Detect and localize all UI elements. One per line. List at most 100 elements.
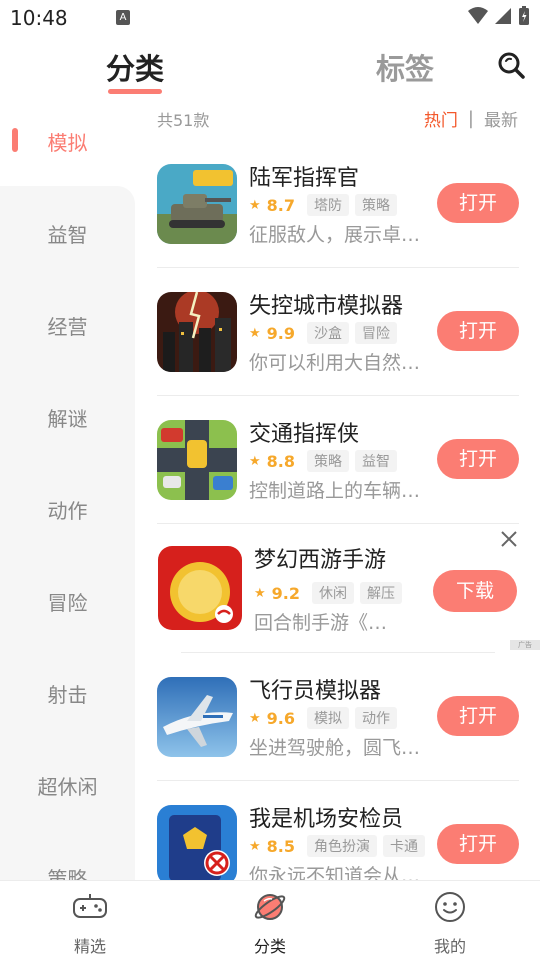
status-icons [468,6,530,26]
list-item[interactable]: 飞行员模拟器 ★ 9.6 模拟 动作 坐进驾驶舱，圆飞行员的梦想 打开 [157,677,519,805]
app-list: 共51款 热门 | 最新 陆军指挥官 ★ 8.7 塔防 策略 征服敌人，展示卓越… [135,100,540,880]
app-tag[interactable]: 沙盒 [307,322,349,344]
app-rating: 9.2 [271,583,300,603]
app-description: 征服敌人，展示卓越的指挥能力 [249,224,429,246]
ad-badge: 广告 [510,640,540,650]
notification-icon: A [116,10,130,25]
app-icon [157,677,237,757]
divider [157,780,519,781]
open-button[interactable]: 打开 [437,696,519,736]
sort-hot-button[interactable]: 热门 [424,106,458,131]
tab-tags[interactable]: 标签 [376,46,434,88]
app-tag[interactable]: 动作 [355,707,397,729]
app-name: 失控城市模拟器 [249,294,404,319]
star-icon: ★ [249,710,261,726]
app-meta: ★ 8.5 角色扮演 卡通 [249,835,425,857]
app-name: 梦幻西游手游 [254,548,387,573]
nav-item-category[interactable]: 分类 [180,881,360,960]
open-button[interactable]: 打开 [437,439,519,479]
app-icon [157,420,237,500]
sidebar-item-hypercasual[interactable]: 超休闲 [0,771,135,800]
app-tag[interactable]: 解压 [360,582,402,604]
app-description: 回合制手游《梦幻西游》 [254,612,394,634]
list-item-ad[interactable]: 梦幻西游手游 ★ 9.2 休闲 解压 回合制手游《梦幻西游》 下载 [158,546,517,674]
app-rating: 8.8 [266,451,295,471]
gamepad-icon [73,894,107,918]
app-tag[interactable]: 角色扮演 [307,835,377,857]
open-button[interactable]: 打开 [437,824,519,864]
sidebar-item-action[interactable]: 动作 [0,495,135,524]
app-tag[interactable]: 益智 [355,450,397,472]
list-item[interactable]: 陆军指挥官 ★ 8.7 塔防 策略 征服敌人，展示卓越的指挥能力 打开 [157,164,519,292]
app-tag[interactable]: 塔防 [307,194,349,216]
nav-label: 精选 [73,937,106,956]
app-rating: 9.9 [266,323,295,343]
list-item[interactable]: 交通指挥侠 ★ 8.8 策略 益智 控制道路上的车辆安全通过路口 打开 [157,420,519,548]
nav-label: 分类 [253,937,286,956]
sidebar-item-mystery[interactable]: 解谜 [0,403,135,432]
sort-options: 热门 | 最新 [424,106,518,131]
open-button[interactable]: 打开 [437,311,519,351]
sidebar-item-puzzle[interactable]: 益智 [0,219,135,248]
status-time: 10:48 [10,6,68,30]
app-name: 陆军指挥官 [249,166,360,191]
app-tag[interactable]: 冒险 [355,322,397,344]
sidebar-item-adventure[interactable]: 冒险 [0,587,135,616]
download-button[interactable]: 下载 [433,570,517,612]
divider [157,267,519,268]
app-icon [157,805,237,880]
sort-newest-button[interactable]: 最新 [484,106,518,131]
app-icon [157,164,237,244]
sidebar-item-shooting[interactable]: 射击 [0,679,135,708]
app-description: 控制道路上的车辆安全通过路口 [249,480,429,502]
nav-item-featured[interactable]: 精选 [0,881,180,960]
star-icon: ★ [249,325,261,341]
app-meta: ★ 8.8 策略 益智 [249,450,397,472]
app-meta: ★ 9.2 休闲 解压 [254,582,402,604]
active-tab-indicator [108,89,162,94]
app-meta: ★ 9.6 模拟 动作 [249,707,397,729]
divider [157,395,519,396]
category-sidebar: 模拟 益智 经营 解谜 动作 冒险 射击 超休闲 策略 [0,100,135,906]
app-tag[interactable]: 卡通 [383,835,425,857]
app-tag[interactable]: 休闲 [312,582,354,604]
divider [181,652,495,653]
bottom-nav: 精选 分类 我的 [0,880,540,960]
tab-category[interactable]: 分类 [106,46,164,88]
app-name: 我是机场安检员 [249,807,404,832]
star-icon: ★ [249,453,261,469]
sidebar-item-management[interactable]: 经营 [0,311,135,340]
nav-label: 我的 [433,937,466,956]
list-item[interactable]: 我是机场安检员 ★ 8.5 角色扮演 卡通 你永远不知道会从行李里发现什么 打开 [157,805,519,880]
status-bar: 10:48 A [0,0,540,36]
app-description: 坐进驾驶舱，圆飞行员的梦想 [249,737,429,759]
nav-item-mine[interactable]: 我的 [360,881,540,960]
star-icon: ★ [249,197,261,213]
signal-icon [495,8,511,24]
app-count: 共51款 [157,111,210,130]
smiley-icon [435,892,465,922]
wifi-icon [468,7,488,24]
star-icon: ★ [249,838,261,854]
star-icon: ★ [254,585,266,601]
header: 分类 标签 [0,36,540,100]
open-button[interactable]: 打开 [437,183,519,223]
sidebar-item-simulation[interactable]: 模拟 [0,127,135,156]
app-tag[interactable]: 模拟 [307,707,349,729]
app-description: 你永远不知道会从行李里发现什么 [249,865,429,880]
app-description: 你可以利用大自然的力量摧毁城市 [249,352,429,374]
app-tag[interactable]: 策略 [307,450,349,472]
app-icon [157,292,237,372]
divider [157,523,519,524]
battery-icon [519,6,529,25]
search-icon[interactable] [496,50,526,80]
sort-separator: | [467,108,474,129]
app-rating: 9.6 [266,708,295,728]
app-tag[interactable]: 策略 [355,194,397,216]
app-meta: ★ 8.7 塔防 策略 [249,194,397,216]
app-name: 飞行员模拟器 [249,679,382,704]
planet-icon [254,894,286,920]
app-icon [158,546,242,630]
list-item[interactable]: 失控城市模拟器 ★ 9.9 沙盒 冒险 你可以利用大自然的力量摧毁城市 打开 [157,292,519,420]
app-meta: ★ 9.9 沙盒 冒险 [249,322,397,344]
